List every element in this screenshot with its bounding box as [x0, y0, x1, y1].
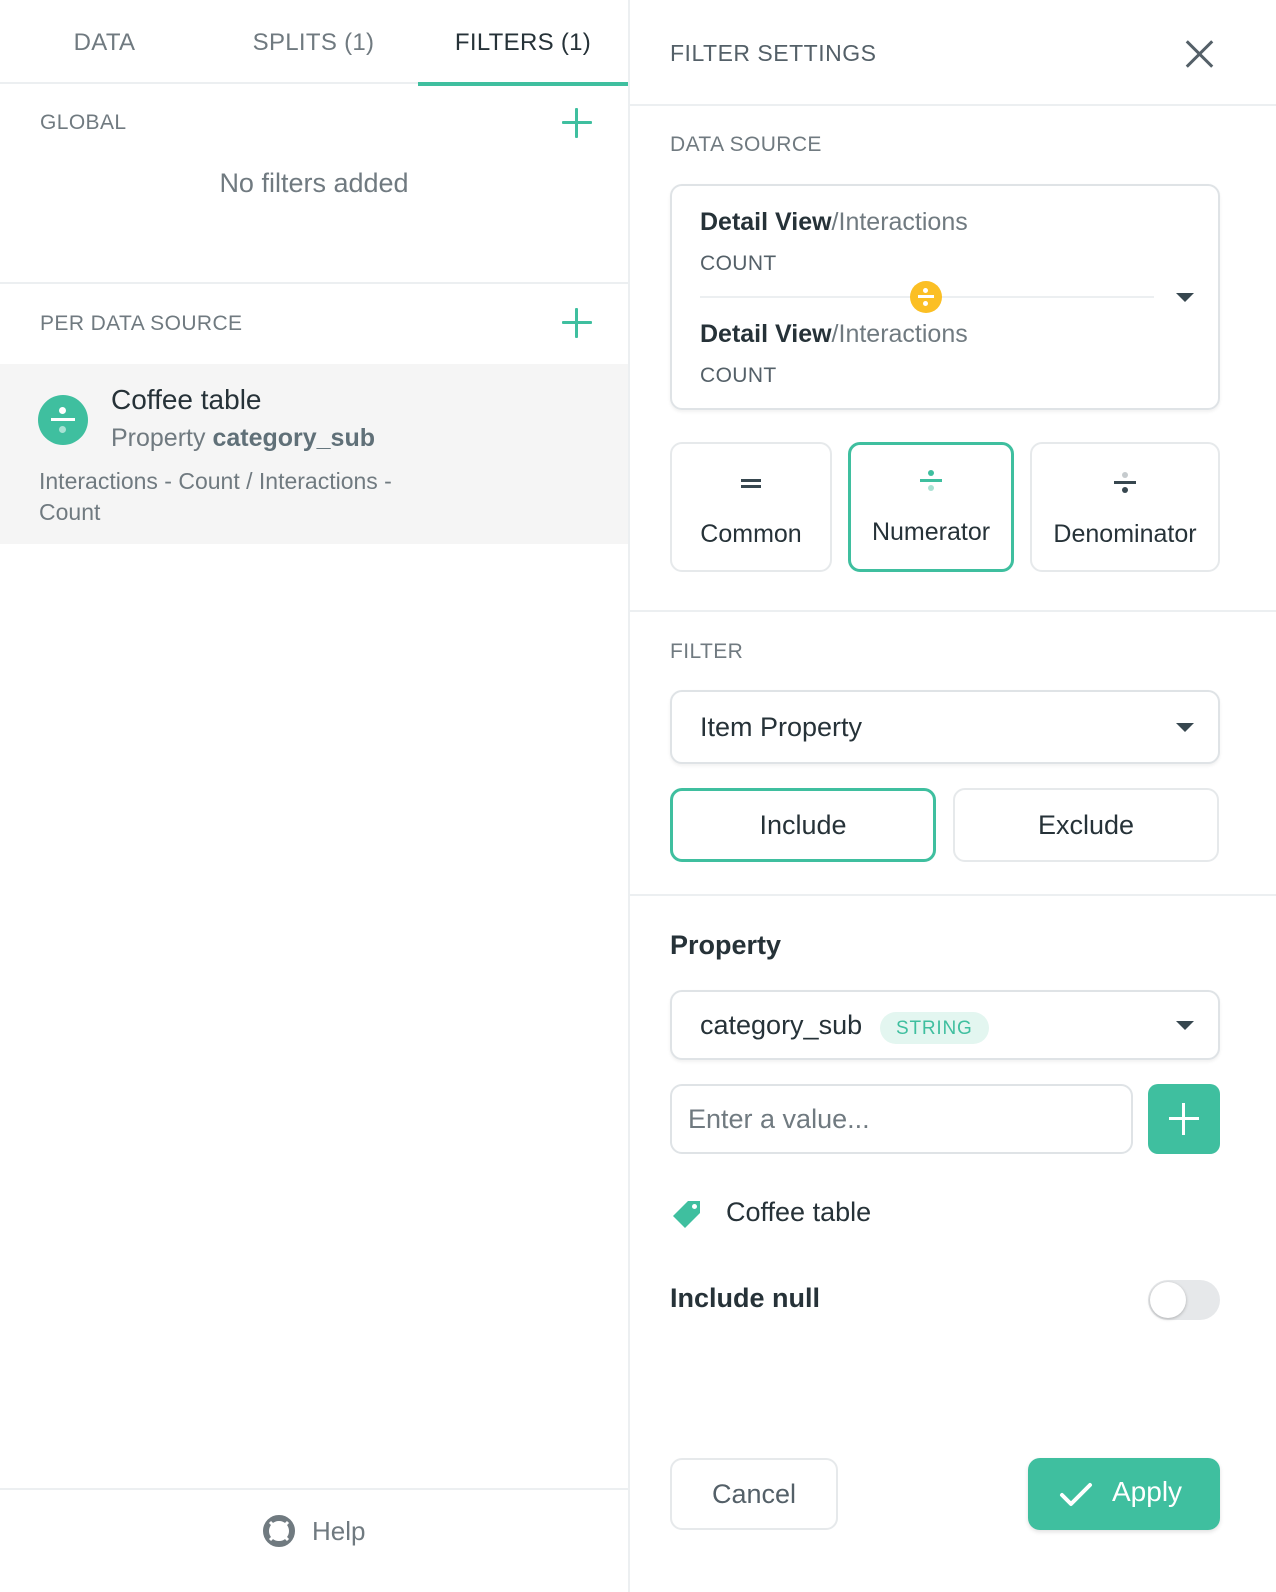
chevron-down-icon: [1176, 293, 1194, 302]
divider: [0, 282, 628, 284]
global-section-label: GLOBAL: [40, 111, 127, 134]
property-value: category_sub: [700, 1010, 863, 1040]
numerator-source: Detail View/Interactions: [700, 208, 968, 236]
add-data-source-filter-button[interactable]: [560, 306, 594, 340]
global-empty-message: No filters added: [219, 168, 409, 198]
target-numerator-button[interactable]: Numerator: [848, 442, 1014, 572]
filter-item-title: Coffee table: [111, 384, 262, 415]
denominator-metric: COUNT: [700, 364, 777, 387]
numerator-metric: COUNT: [700, 252, 777, 275]
filters-sidebar: DATA SPLITS (1) FILTERS (1) GLOBAL No fi…: [0, 0, 630, 1592]
add-global-filter-button[interactable]: [560, 106, 594, 140]
denominator-source: Detail View/Interactions: [700, 320, 968, 348]
type-badge: STRING: [880, 1012, 989, 1044]
filter-item-subtitle: Property category_sub: [111, 424, 375, 452]
value-input[interactable]: [670, 1084, 1133, 1154]
exclude-button[interactable]: Exclude: [953, 788, 1219, 862]
toggle-knob: [1150, 1282, 1186, 1318]
apply-button[interactable]: Apply: [1028, 1458, 1220, 1530]
target-numerator-label: Numerator: [871, 518, 991, 546]
divider: [630, 610, 1276, 612]
tag-icon: [673, 1201, 700, 1228]
per-data-source-label: PER DATA SOURCE: [40, 312, 243, 335]
include-button[interactable]: Include: [670, 788, 936, 862]
filter-type-value: Item Property: [700, 712, 863, 742]
add-value-button[interactable]: [1148, 1084, 1220, 1154]
tag-label: Coffee table: [726, 1197, 872, 1227]
data-source-label: DATA SOURCE: [670, 133, 822, 156]
filter-list-item[interactable]: Coffee table Property category_sub Inter…: [0, 364, 628, 544]
apply-label: Apply: [1112, 1476, 1183, 1507]
target-denominator-button[interactable]: Denominator: [1030, 442, 1220, 572]
chevron-down-icon: [1176, 723, 1194, 732]
divide-icon: [38, 395, 88, 445]
divide-icon: [910, 281, 942, 313]
property-heading: Property: [670, 930, 782, 960]
chevron-down-icon: [1176, 1021, 1194, 1030]
numerator-icon: [920, 470, 942, 491]
include-null-label: Include null: [670, 1283, 821, 1313]
divider: [630, 894, 1276, 896]
panel-title: FILTER SETTINGS: [670, 40, 877, 66]
target-denominator-label: Denominator: [1053, 520, 1197, 548]
property-select[interactable]: category_sub STRING: [670, 990, 1220, 1060]
target-common-label: Common: [700, 520, 802, 548]
tab-bar: DATA SPLITS (1) FILTERS (1): [0, 0, 628, 86]
help-label: Help: [312, 1516, 366, 1546]
include-null-toggle[interactable]: [1148, 1280, 1220, 1320]
lifebuoy-icon: [263, 1515, 295, 1547]
tab-splits[interactable]: SPLITS (1): [209, 0, 418, 84]
close-icon[interactable]: [1184, 38, 1216, 70]
check-icon: [1060, 1483, 1092, 1506]
filter-settings-panel: FILTER SETTINGS DATA SOURCE Detail View/…: [630, 0, 1276, 1592]
help-footer: Help: [0, 1488, 628, 1592]
panel-header: FILTER SETTINGS: [630, 0, 1276, 106]
denominator-icon: [1114, 472, 1136, 493]
tab-filters[interactable]: FILTERS (1): [418, 0, 628, 86]
data-source-select[interactable]: Detail View/Interactions COUNT Detail Vi…: [670, 184, 1220, 410]
cancel-button[interactable]: Cancel: [670, 1458, 838, 1530]
target-common-button[interactable]: Common: [670, 442, 832, 572]
filter-section-label: FILTER: [670, 640, 744, 663]
filter-item-description: Interactions - Count / Interactions - Co…: [39, 468, 392, 525]
filter-type-select[interactable]: Item Property: [670, 690, 1220, 764]
equals-icon: [741, 479, 761, 488]
tab-data[interactable]: DATA: [0, 0, 209, 84]
